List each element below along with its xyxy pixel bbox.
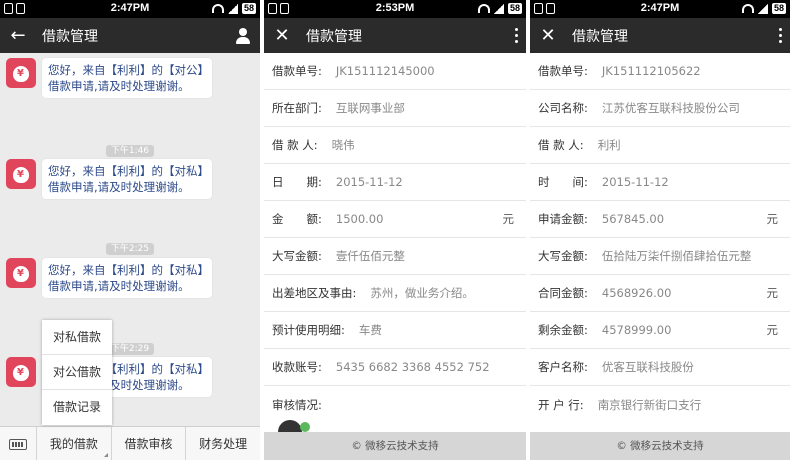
- footer: © 微移云技术支持: [264, 432, 526, 460]
- message-bubble[interactable]: 您好，来自【利利】的【对公】借款申请,请及时处理谢谢。: [42, 58, 212, 98]
- menu-item-corporate-loan[interactable]: 对公借款: [42, 355, 112, 390]
- timestamp: 下午2:25: [0, 236, 260, 255]
- approved-badge-icon: [300, 422, 310, 432]
- page-title: 借款管理: [306, 28, 362, 45]
- wifi-icon: [741, 4, 754, 13]
- money-bag-icon: [6, 357, 36, 387]
- bottom-menu-bar: 我的借款 借款审核 财务处理: [0, 426, 260, 460]
- more-menu-icon[interactable]: [779, 28, 782, 43]
- battery-icon: 58: [771, 3, 786, 14]
- tab-loan-review[interactable]: 借款审核: [112, 427, 187, 460]
- money-bag-icon: [6, 159, 36, 189]
- nav-bar: ← 借款管理: [0, 18, 260, 53]
- loan-detail-form: 借款单号: JK151112145000 所在部门: 互联网事业部 借 款 人: 晓伟…: [264, 53, 526, 423]
- menu-item-private-loan[interactable]: 对私借款: [42, 320, 112, 355]
- timestamp: 下午1:46: [0, 138, 260, 157]
- battery-icon: 58: [241, 3, 256, 14]
- battery-icon: 58: [507, 3, 522, 14]
- tab-finance[interactable]: 财务处理: [186, 427, 260, 460]
- field-borrower: 借 款 人: 利利: [530, 127, 790, 164]
- field-bank: 开 户 行: 南京银行新街口支行: [538, 397, 702, 412]
- footer: © 微移云技术支持: [530, 432, 790, 460]
- status-bar: 2:53PM 58: [264, 0, 526, 18]
- field-borrower: 借 款 人: 晓伟: [264, 127, 526, 164]
- message: 您好，来自【利利】的【对私】借款申请,请及时处理谢谢。: [6, 159, 256, 199]
- nav-bar: ✕ 借款管理: [264, 18, 526, 53]
- field-date: 日 期: 2015-11-12: [264, 164, 526, 201]
- keyboard-toggle-button[interactable]: [0, 427, 37, 460]
- message-bubble[interactable]: 您好，来自【利利】的【对私】借款申请,请及时处理谢谢。: [42, 159, 212, 199]
- profile-icon[interactable]: [234, 27, 252, 45]
- message-bubble[interactable]: 您好，来自【利利】的【对私】借款申请,请及时处理谢谢。: [42, 258, 212, 298]
- field-amount-in-words: 大写金额: 伍拾陆万柒仟捌佰肆拾伍元整: [530, 238, 790, 275]
- nav-bar: ✕ 借款管理: [530, 18, 790, 53]
- field-customer-name: 客户名称: 优客互联科技股份: [530, 349, 790, 386]
- field-trip-reason: 出差地区及事由: 苏州，做业务介绍。: [264, 275, 526, 312]
- more-menu-icon[interactable]: [515, 28, 518, 43]
- field-requested-amount: 申请金额: 567845.00 元: [530, 201, 790, 238]
- signal-icon: [493, 3, 504, 14]
- signal-icon: [227, 3, 238, 14]
- popup-menu: 对私借款 对公借款 借款记录: [42, 320, 112, 425]
- page-title: 借款管理: [572, 28, 628, 45]
- menu-item-loan-records[interactable]: 借款记录: [42, 390, 112, 425]
- chat-screen: 2:47PM 58 ← 借款管理 您好，来自【利利】的【对公】借款申请,请及时处…: [0, 0, 260, 460]
- close-icon[interactable]: ✕: [530, 18, 566, 53]
- tab-my-loans[interactable]: 我的借款: [37, 427, 112, 460]
- back-arrow-icon[interactable]: ←: [0, 18, 36, 53]
- keyboard-icon: [9, 438, 27, 450]
- message: 您好，来自【利利】的【对私】借款申请,请及时处理谢谢。: [6, 258, 256, 298]
- field-review-status: 审核情况:: [272, 397, 322, 412]
- wifi-icon: [211, 4, 224, 13]
- field-loan-number: 借款单号: JK151112145000: [264, 53, 526, 90]
- close-icon[interactable]: ✕: [264, 18, 300, 53]
- field-usage-details: 预计使用明细: 车费: [264, 312, 526, 349]
- message: 您好，来自【利利】的【对公】借款申请,请及时处理谢谢。: [6, 58, 256, 98]
- money-bag-icon: [6, 58, 36, 88]
- field-time: 时 间: 2015-11-12: [530, 164, 790, 201]
- loan-detail-form: 借款单号: JK151112105622 公司名称: 江苏优客互联科技股份公司 借 …: [530, 53, 790, 423]
- status-bar: 2:47PM 58: [0, 0, 260, 18]
- submenu-indicator-icon: [103, 453, 108, 457]
- field-amount-in-words: 大写金额: 壹仟伍佰元整: [264, 238, 526, 275]
- money-bag-icon: [6, 258, 36, 288]
- signal-icon: [757, 3, 768, 14]
- field-company-name: 公司名称: 江苏优客互联科技股份公司: [530, 90, 790, 127]
- field-account-number: 收款账号: 5435 6682 3368 4552 752: [264, 349, 526, 386]
- field-department: 所在部门: 互联网事业部: [264, 90, 526, 127]
- field-loan-number: 借款单号: JK151112105622: [530, 53, 790, 90]
- field-remaining-amount: 剩余金额: 4578999.00 元: [530, 312, 790, 349]
- page-title: 借款管理: [42, 28, 98, 45]
- wifi-icon: [477, 4, 490, 13]
- loan-detail-screen: 2:47PM 58 ✕ 借款管理 借款单号: JK151112105622 公司名…: [530, 0, 790, 460]
- loan-detail-screen: 2:53PM 58 ✕ 借款管理 借款单号: JK151112145000 所在部…: [264, 0, 526, 460]
- status-bar: 2:47PM 58: [530, 0, 790, 18]
- timestamp: 下午2:29: [0, 336, 260, 355]
- field-contract-amount: 合同金额: 4568926.00 元: [530, 275, 790, 312]
- field-amount: 金 额: 1500.00 元: [264, 201, 526, 238]
- message-list[interactable]: 您好，来自【利利】的【对公】借款申请,请及时处理谢谢。 下午1:46 您好，来自…: [0, 53, 260, 426]
